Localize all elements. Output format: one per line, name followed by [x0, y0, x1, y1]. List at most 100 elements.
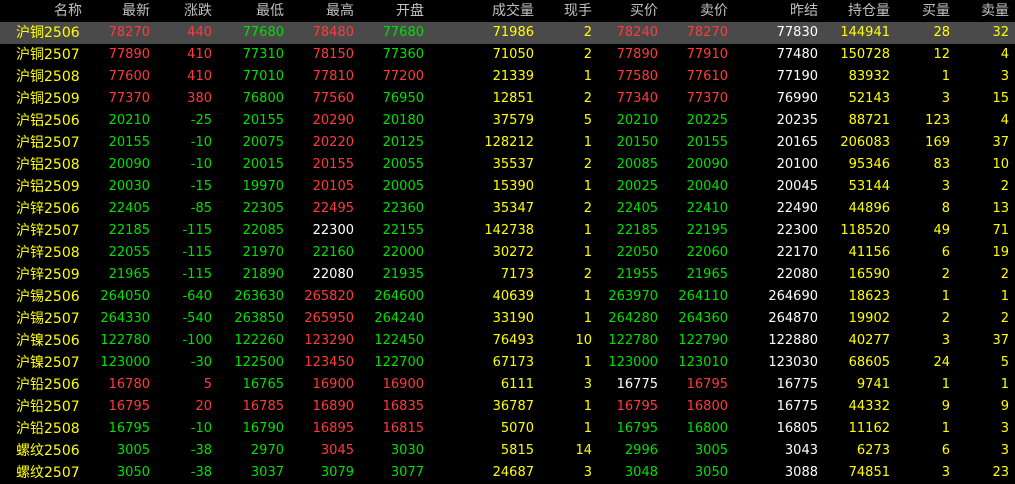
- cell-open: 20125: [382, 135, 424, 150]
- col-header-high[interactable]: 最高: [290, 0, 360, 22]
- table-row[interactable]: 沪铝2509 20030 -15 19970 20105 20005 15390 1 20025…: [0, 176, 1015, 198]
- col-header-ask[interactable]: 卖价: [664, 0, 734, 22]
- table-row[interactable]: 沪铅2507 16795 20 16785 16890 16835 36787 1 16795 1…: [0, 396, 1015, 418]
- cell-ask-volume: 3: [1000, 443, 1009, 458]
- cell-open: 22155: [382, 223, 424, 238]
- cell-last-qty: 2: [583, 201, 592, 216]
- table-row[interactable]: 沪锡2507 264330 -540 263850 265950 264240 33190 1…: [0, 308, 1015, 330]
- cell-latest: 20030: [108, 179, 150, 194]
- cell-last-qty: 1: [583, 289, 592, 304]
- cell-change: -10: [190, 135, 212, 150]
- cell-volume: 7173: [500, 267, 534, 282]
- cell-low: 19970: [242, 179, 284, 194]
- cell-ask: 77610: [686, 69, 728, 84]
- col-header-open[interactable]: 开盘: [360, 0, 430, 22]
- cell-open: 16815: [382, 421, 424, 436]
- table-row[interactable]: 沪锡2506 264050 -640 263630 265820 264600 40639 1…: [0, 286, 1015, 308]
- cell-prev-settle: 77830: [734, 22, 824, 44]
- cell-name: 沪铝2508: [16, 157, 80, 173]
- cell-change: -30: [190, 355, 212, 370]
- table-row[interactable]: 沪铝2508 20090 -10 20015 20155 20055 35537 2 20085…: [0, 154, 1015, 176]
- cell-bid-volume: 3: [941, 333, 950, 348]
- cell-latest: 16795: [108, 421, 150, 436]
- table-row[interactable]: 沪铅2506 16780 5 16765 16900 16900 6111 3 16775 167…: [0, 374, 1015, 396]
- table-row[interactable]: 沪锌2506 22405 -85 22305 22495 22360 35347 2 22405…: [0, 198, 1015, 220]
- table-row[interactable]: 沪镍2507 123000 -30 122500 123450 122700 67173 1 1…: [0, 352, 1015, 374]
- cell-low: 77680: [218, 22, 290, 44]
- cell-open-interest: 150728: [840, 47, 890, 62]
- cell-change: 380: [187, 91, 212, 106]
- table-row[interactable]: 沪铜2508 77600 410 77010 77810 77200 21339 1 77580…: [0, 66, 1015, 88]
- cell-latest: 21965: [108, 267, 150, 282]
- col-header-volume[interactable]: 成交量: [430, 0, 540, 22]
- quote-rows: 沪铜2506 78270 440 77680 78480 77680 71986 2 78240…: [0, 22, 1015, 484]
- cell-open-interest: 16590: [848, 267, 890, 282]
- table-row[interactable]: 沪铜2506 78270 440 77680 78480 77680 71986 2 78240…: [0, 22, 1015, 44]
- cell-volume: 36787: [492, 399, 534, 414]
- col-header-bidvol[interactable]: 买量: [896, 0, 956, 22]
- cell-last-qty: 14: [575, 443, 592, 458]
- cell-low: 122500: [234, 355, 284, 370]
- cell-low: 16790: [242, 421, 284, 436]
- col-header-oi[interactable]: 持仓量: [824, 0, 896, 22]
- table-row[interactable]: 沪铝2507 20155 -10 20075 20220 20125 128212 1 2015…: [0, 132, 1015, 154]
- table-row[interactable]: 沪锌2507 22185 -115 22085 22300 22155 142738 1 221…: [0, 220, 1015, 242]
- cell-ask-volume: 1: [1000, 377, 1009, 392]
- cell-high: 16890: [312, 399, 354, 414]
- cell-volume: 35347: [492, 201, 534, 216]
- table-row[interactable]: 沪铝2506 20210 -25 20155 20290 20180 37579 5 20210…: [0, 110, 1015, 132]
- cell-high: 78480: [290, 22, 360, 44]
- col-header-low[interactable]: 最低: [218, 0, 290, 22]
- table-row[interactable]: 螺纹2506 3005 -38 2970 3045 3030 5815 14 2996 3005 3…: [0, 440, 1015, 462]
- cell-last-qty: 1: [583, 135, 592, 150]
- cell-open-interest: 95346: [848, 157, 890, 172]
- cell-low: 263630: [234, 289, 284, 304]
- col-header-bid[interactable]: 买价: [598, 0, 664, 22]
- col-header-lastqty[interactable]: 现手: [540, 0, 598, 22]
- cell-prev-settle: 122880: [768, 333, 818, 348]
- cell-ask: 22060: [686, 245, 728, 260]
- cell-last-qty: 1: [583, 179, 592, 194]
- cell-open: 3077: [390, 465, 424, 480]
- header-row: 名称 最新 涨跌 最低 最高 开盘 成交量 现手 买价 卖价 昨结 持仓量 买量…: [0, 0, 1015, 22]
- table-row[interactable]: 沪锌2508 22055 -115 21970 22160 22000 30272 1 2205…: [0, 242, 1015, 264]
- cell-high: 22300: [312, 223, 354, 238]
- cell-ask-volume: 3: [1000, 69, 1009, 84]
- col-header-prevsettle[interactable]: 昨结: [734, 0, 824, 22]
- cell-ask-volume: 13: [992, 201, 1009, 216]
- cell-low: 77310: [242, 47, 284, 62]
- cell-open: 22000: [382, 245, 424, 260]
- col-header-change[interactable]: 涨跌: [156, 0, 218, 22]
- cell-last-qty: 3: [583, 465, 592, 480]
- cell-last-qty: 1: [583, 223, 592, 238]
- cell-low: 22085: [242, 223, 284, 238]
- cell-ask: 20040: [686, 179, 728, 194]
- cell-high: 3045: [320, 443, 354, 458]
- cell-bid-volume: 6: [941, 443, 950, 458]
- cell-open: 77360: [382, 47, 424, 62]
- cell-last-qty: 10: [575, 333, 592, 348]
- cell-bid: 78240: [598, 22, 664, 44]
- cell-open: 76950: [382, 91, 424, 106]
- cell-bid-volume: 1: [941, 377, 950, 392]
- cell-open: 16900: [382, 377, 424, 392]
- cell-name: 沪镍2507: [16, 355, 80, 371]
- col-header-latest[interactable]: 最新: [96, 0, 156, 22]
- cell-bid-volume: 1: [941, 289, 950, 304]
- table-row[interactable]: 沪铜2507 77890 410 77310 78150 77360 71050 2 77890…: [0, 44, 1015, 66]
- cell-high: 20155: [312, 157, 354, 172]
- table-row[interactable]: 沪镍2506 122780 -100 122260 123290 122450 76493 1…: [0, 330, 1015, 352]
- col-header-askvol[interactable]: 卖量: [956, 0, 1015, 22]
- table-row[interactable]: 沪铅2508 16795 -10 16790 16895 16815 5070 1 16795 1…: [0, 418, 1015, 440]
- cell-ask-volume: 2: [1000, 311, 1009, 326]
- cell-prev-settle: 22490: [776, 201, 818, 216]
- table-row[interactable]: 沪铜2509 77370 380 76800 77560 76950 12851 2 77340…: [0, 88, 1015, 110]
- cell-open: 122700: [374, 355, 424, 370]
- col-header-name[interactable]: 名称: [0, 0, 96, 22]
- cell-latest: 3005: [116, 443, 150, 458]
- cell-change: -15: [190, 179, 212, 194]
- table-row[interactable]: 螺纹2507 3050 -38 3037 3079 3077 24687 3 3048 3050 3…: [0, 462, 1015, 484]
- cell-bid-volume: 24: [933, 355, 950, 370]
- table-row[interactable]: 沪锌2509 21965 -115 21890 22080 21935 7173 2 21955…: [0, 264, 1015, 286]
- cell-volume: 5070: [500, 421, 534, 436]
